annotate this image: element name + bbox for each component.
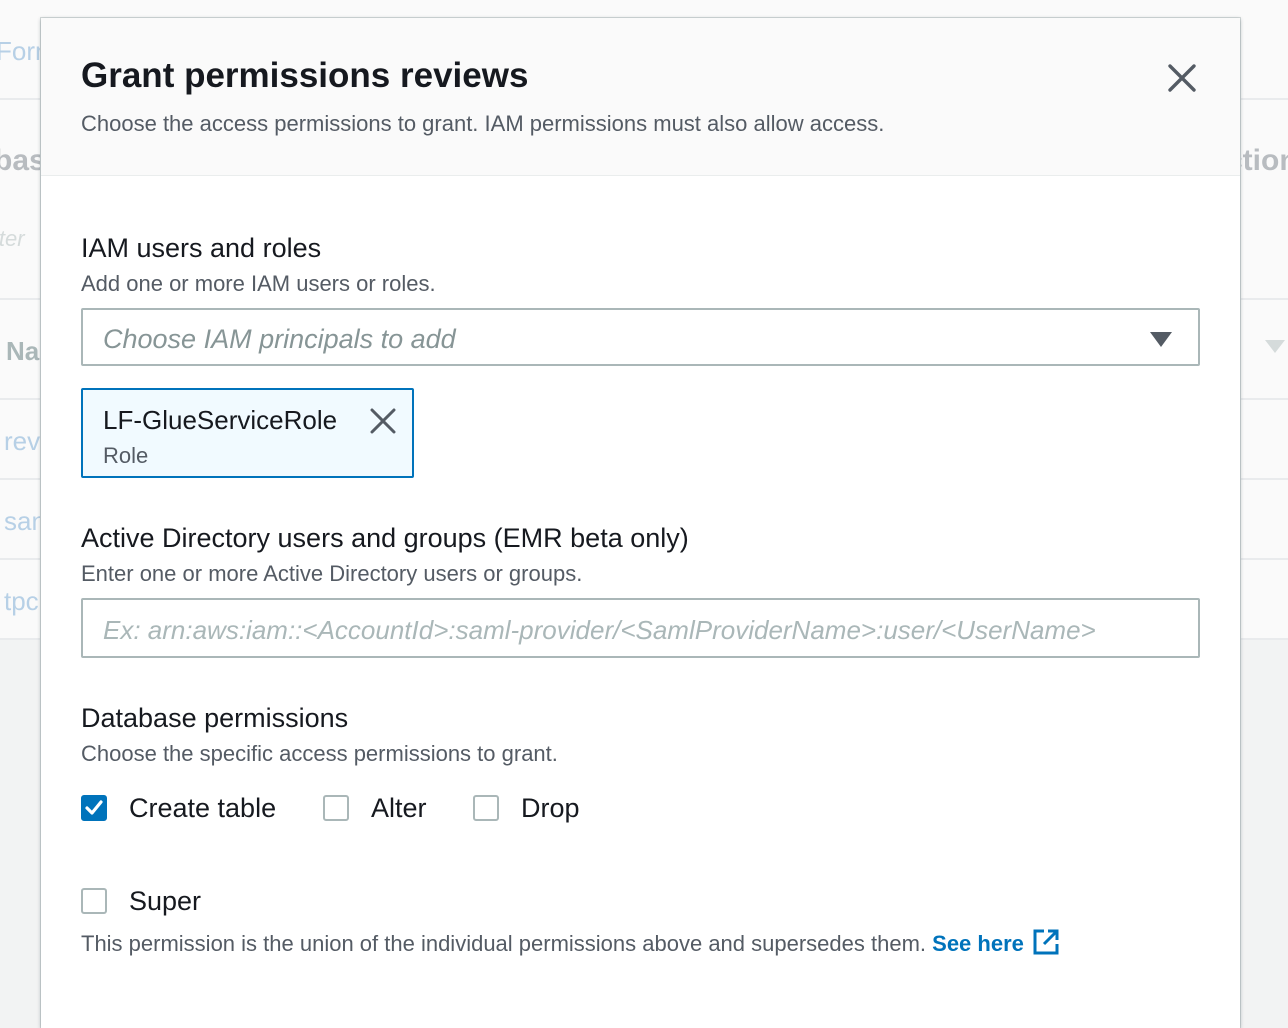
iam-principals-placeholder: Choose IAM principals to add	[103, 324, 456, 354]
drop-label[interactable]: Drop	[521, 793, 580, 824]
close-icon	[370, 408, 396, 434]
background-row: rev	[4, 426, 41, 456]
modal-header: Grant permissions reviews Choose the acc…	[41, 18, 1240, 176]
modal-title: Grant permissions reviews	[81, 56, 529, 95]
super-note-text: This permission is the union of the indi…	[81, 931, 927, 956]
background-row: tpc	[4, 586, 39, 616]
background-filter: iter	[0, 226, 25, 251]
see-here-link[interactable]: See here	[932, 928, 1060, 956]
iam-section-description: Add one or more IAM users or roles.	[81, 271, 436, 296]
create-table-label[interactable]: Create table	[129, 793, 276, 824]
close-button[interactable]	[1166, 62, 1198, 94]
super-description: This permission is the union of the indi…	[81, 928, 1060, 957]
ad-users-placeholder: Ex: arn:aws:iam::<AccountId>:saml-provid…	[103, 615, 1096, 645]
modal-subtitle: Choose the access permissions to grant. …	[81, 111, 885, 136]
drop-checkbox[interactable]	[473, 795, 499, 821]
background-row: san	[4, 506, 46, 536]
background-column-header: Na	[6, 336, 40, 366]
iam-principals-select[interactable]: Choose IAM principals to add	[81, 308, 1200, 366]
iam-section-label: IAM users and roles	[81, 233, 322, 263]
remove-token-button[interactable]	[368, 406, 398, 436]
ad-users-input[interactable]: Ex: arn:aws:iam::<AccountId>:saml-provid…	[81, 598, 1200, 658]
background-sort-icon	[1265, 340, 1285, 353]
checkmark-icon	[85, 800, 103, 815]
ad-section-label: Active Directory users and groups (EMR b…	[81, 523, 689, 553]
alter-checkbox[interactable]	[323, 795, 349, 821]
selected-principal-token: LF-GlueServiceRole Role	[81, 388, 414, 478]
super-label[interactable]: Super	[129, 886, 201, 917]
db-permissions-description: Choose the specific access permissions t…	[81, 741, 558, 766]
see-here-label[interactable]: See here	[932, 931, 1024, 956]
db-permissions-label: Database permissions	[81, 703, 349, 733]
super-checkbox[interactable]	[81, 888, 107, 914]
create-table-checkbox[interactable]	[81, 795, 107, 821]
token-name: LF-GlueServiceRole	[103, 405, 338, 435]
grant-permissions-modal: Grant permissions reviews Choose the acc…	[41, 18, 1240, 1028]
close-icon	[1168, 64, 1196, 92]
alter-label[interactable]: Alter	[371, 793, 427, 824]
caret-down-icon	[1150, 332, 1172, 347]
ad-section-description: Enter one or more Active Directory users…	[81, 561, 583, 586]
token-type: Role	[103, 443, 149, 468]
external-link-icon[interactable]	[1032, 928, 1060, 956]
